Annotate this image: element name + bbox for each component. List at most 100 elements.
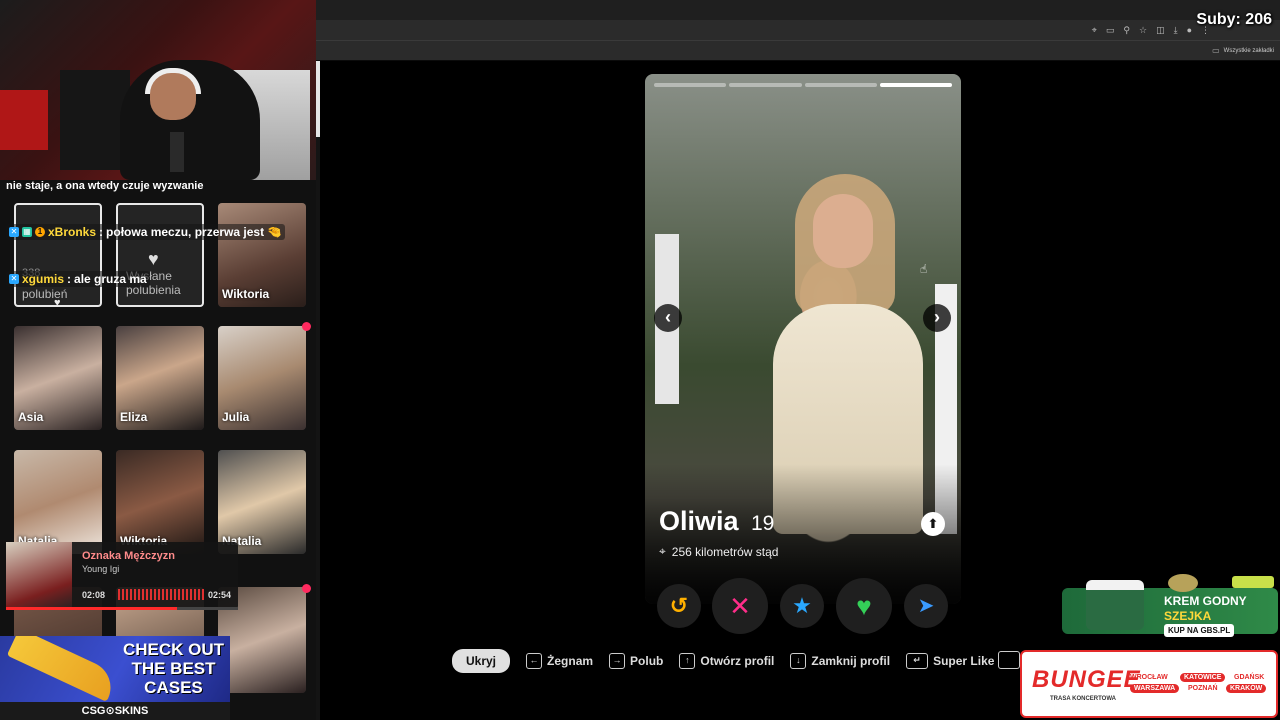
super-like-button[interactable]: ★ (780, 584, 824, 628)
level-badge-icon: 1 (35, 227, 45, 237)
extension-icon[interactable]: ◫ (1156, 25, 1165, 35)
space-key-icon (998, 651, 1020, 669)
profile-name: Oliwia (659, 506, 739, 536)
track-title: Oznaka Mężczyzn (82, 550, 175, 562)
match-name: Eliza (120, 410, 148, 424)
match-name: Asia (18, 410, 44, 424)
new-match-dot (302, 322, 311, 331)
track-current-time: 02:08 (82, 590, 106, 600)
next-photo-button[interactable]: › (923, 304, 951, 332)
like-button[interactable]: ♥ (836, 578, 892, 634)
webcam-feed (0, 0, 316, 180)
photo-segment[interactable] (879, 83, 952, 87)
photo-progress (654, 83, 952, 87)
album-cover (6, 542, 72, 610)
jar-icon (1086, 580, 1144, 630)
match-card[interactable]: Asia (14, 326, 102, 430)
photo-segment[interactable] (729, 83, 802, 87)
track-total-time: 02:54 (208, 590, 232, 600)
keyboard-shortcuts: Ukryj ← Żegnam → Polub ↑ Otwórz profil ↓ Zam… (452, 649, 994, 673)
shortcut-close-profile: ↓ Zamknij profil (790, 653, 890, 669)
distance-text: 256 kilometrów stąd (671, 544, 779, 559)
ad-headline: KREM GODNY (1164, 594, 1247, 608)
match-card[interactable]: Eliza (116, 326, 204, 430)
track-artist: Young Igi (82, 564, 120, 574)
match-card[interactable]: Wiktoria (218, 203, 306, 307)
heart-icon: ♥ (54, 297, 61, 307)
tour-label: TRASA KONCERTOWA (1050, 696, 1116, 702)
sent-heart-icon: ♥ (148, 249, 159, 269)
likes-label: polubień (22, 287, 68, 301)
track-progress (6, 607, 238, 610)
stream-screen: ⌖ ▭ ⚲ ☆ ◫ ⤓ ● ⋮ ▭ Wszystkie zakładki nie… (0, 0, 1280, 720)
chat-username[interactable]: xBronks (48, 225, 96, 239)
ad-brand: CSG⊙SKINS (0, 702, 230, 720)
star-icon[interactable]: ☆ (1139, 25, 1147, 35)
match-card[interactable]: Wiktoria (116, 450, 204, 554)
chat-message: ✕ xgumis: ale gruza ma (6, 271, 150, 287)
boost-button[interactable]: ➤ (904, 584, 948, 628)
mod-badge-icon: ✕ (9, 274, 19, 284)
profile-icon[interactable]: ● (1187, 25, 1192, 35)
bungee-logo: BUNGEE (1032, 666, 1141, 693)
location-pin-icon: ⌖ (659, 544, 666, 558)
shortcut-super-like: ↵ Super Like (906, 653, 994, 669)
browser-toolbar: ⌖ ▭ ⚲ ☆ ◫ ⤓ ● ⋮ (316, 20, 1280, 40)
arrow-down-key-icon: ↓ (790, 653, 807, 669)
cast-icon[interactable]: ▭ (1106, 25, 1115, 35)
close-icon: ✕ (729, 591, 751, 621)
chat-username[interactable]: xgumis (22, 272, 64, 286)
star-icon: ★ (792, 593, 812, 618)
arrow-up-key-icon: ↑ (679, 653, 696, 669)
location-icon[interactable]: ⌖ (1092, 25, 1097, 35)
match-card[interactable]: Natalia (14, 450, 102, 554)
profile-card[interactable]: ‹ › Oliwia 19 ⌖ 256 kilometrów stąd ⬆ (645, 74, 961, 604)
arrow-right-key-icon: → (609, 653, 626, 669)
nope-button[interactable]: ✕ (712, 578, 768, 634)
shortcut-open-profile: ↑ Otwórz profil (679, 653, 774, 669)
prev-photo-button[interactable]: ‹ (654, 304, 682, 332)
zoom-icon[interactable]: ⚲ (1123, 25, 1130, 35)
chat-text: ale gruza ma (74, 272, 147, 286)
chat-text: połowa meczu, przerwa jest (106, 225, 265, 239)
hide-shortcuts-button[interactable]: Ukryj (452, 649, 511, 673)
open-profile-button[interactable]: ⬆ (921, 512, 945, 536)
new-match-dot (302, 584, 311, 593)
match-name: Wiktoria (222, 287, 270, 301)
page-scrollbar[interactable] (316, 61, 320, 720)
profile-distance: ⌖ 256 kilometrów stąd (659, 544, 778, 559)
gbs-krem-ad[interactable]: KREM GODNY SZEJKA KUP NA GBS.PL (1062, 574, 1278, 640)
knife-icon (6, 636, 120, 702)
bookmarks-bar: ▭ Wszystkie zakładki (316, 40, 1280, 60)
profile-age: 19 (751, 512, 775, 535)
mouse-cursor-icon: ☝ (920, 262, 928, 276)
bungee-tour-ad[interactable]: BUNGEE TRASA KONCERTOWA WROCŁAW KATOWICE… (1020, 650, 1278, 718)
photo-segment[interactable] (654, 83, 727, 87)
ad-cta: KUP NA GBS.PL (1164, 624, 1235, 637)
likes-card[interactable]: 338 polubień ♥ (14, 203, 102, 307)
tour-city: POZNAŃ (1188, 685, 1218, 692)
match-card[interactable]: Julia (218, 326, 306, 430)
microphone-icon (170, 132, 184, 172)
scrollbar-thumb[interactable] (316, 61, 320, 137)
rewind-button[interactable]: ↺ (657, 584, 701, 628)
folder-icon: ▭ (1212, 46, 1220, 55)
tour-city: GDAŃSK (1234, 674, 1265, 681)
shortcut-nope: ← Żegnam (526, 653, 593, 669)
subscriber-counter: Suby: 206 (1196, 11, 1272, 28)
tour-city: KRAKÓW (1226, 684, 1267, 693)
csgoskins-ad[interactable]: CHECK OUT THE BEST CASES CSG⊙SKINS (0, 636, 230, 720)
emote-icon: 🤏 (267, 225, 283, 239)
waveform (118, 589, 204, 600)
ad-headline: CHECK OUT THE BEST CASES (122, 640, 224, 697)
all-bookmarks-link[interactable]: Wszystkie zakładki (1224, 48, 1274, 54)
mod-badge-icon: ✕ (9, 227, 19, 237)
sent-likes-card[interactable]: ♥ Wysłane polubienia (116, 203, 204, 307)
send-icon: ➤ (917, 595, 935, 617)
match-card[interactable]: Natalia (218, 450, 306, 554)
shortcut-like: → Polub (609, 653, 663, 669)
browser-tab-strip (316, 0, 1280, 20)
download-icon[interactable]: ⤓ (1174, 25, 1178, 35)
photo-segment[interactable] (804, 83, 877, 87)
tour-city: KATOWICE (1180, 673, 1226, 682)
